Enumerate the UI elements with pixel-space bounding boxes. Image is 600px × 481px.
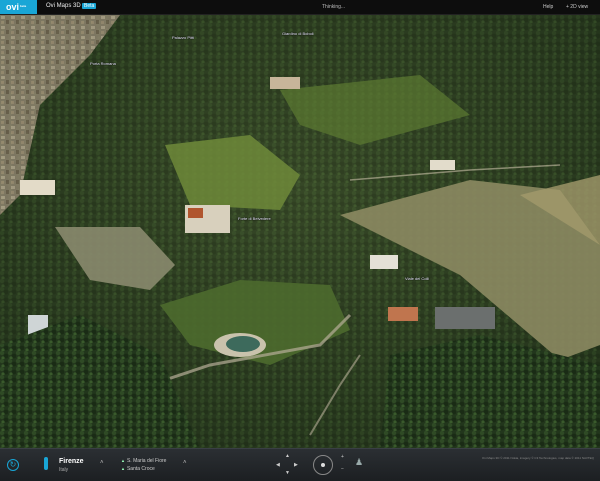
pan-up-button[interactable]: ▲ xyxy=(285,453,290,459)
poi-link[interactable]: ▲ S. Maria del Fiore xyxy=(121,458,166,464)
rotate-dial-handle[interactable] xyxy=(321,463,325,467)
city-name[interactable]: Firenze xyxy=(59,458,84,465)
place-label[interactable]: Palazzo Pitti xyxy=(172,35,194,40)
copyright-text: Ovi Maps 3D © 2011 Nokia, imagery © C3 T… xyxy=(482,456,594,460)
landmark-icon: ▲ xyxy=(121,458,125,463)
country-name: Italy xyxy=(59,467,69,473)
pan-left-button[interactable]: ◀ xyxy=(276,462,280,468)
place-label[interactable]: Porta Romana xyxy=(90,61,116,66)
landmark-icon: ▲ xyxy=(121,466,125,471)
location-pin-icon xyxy=(44,457,48,470)
app-title: Ovi Maps 3D xyxy=(46,3,81,9)
help-link[interactable]: Help xyxy=(543,4,553,10)
place-label[interactable]: Giardino di Boboli xyxy=(282,31,314,36)
beta-badge: Beta xyxy=(82,3,97,9)
ovi-logo[interactable]: ovi beta xyxy=(0,0,37,14)
2d-view-toggle[interactable]: + 2D view xyxy=(566,4,588,10)
person-icon[interactable]: ♟ xyxy=(355,457,363,468)
expand-pois-icon[interactable]: ˄ xyxy=(183,460,187,466)
compass-icon[interactable]: ↻ xyxy=(7,459,19,471)
navigation-pad: ▲ ◀ ▶ ▼ xyxy=(273,453,303,477)
logo-sub: beta xyxy=(20,3,27,8)
top-bar: ovi beta Ovi Maps 3D Beta Thinking... He… xyxy=(0,0,600,15)
place-label[interactable]: Viale dei Colli xyxy=(405,276,429,281)
poi-link[interactable]: ▲ Santa Croce xyxy=(121,466,155,472)
map-3d-view[interactable]: Palazzo Pitti Giardino di Boboli Forte d… xyxy=(0,15,600,448)
zoom-out-button[interactable]: − xyxy=(341,466,344,472)
pan-right-button[interactable]: ▶ xyxy=(294,462,298,468)
place-label[interactable]: Forte di Belvedere xyxy=(238,216,271,221)
zoom-in-button[interactable]: + xyxy=(341,454,344,460)
status-text: Thinking... xyxy=(322,4,346,10)
bottom-toolbar: ↻ Firenze Italy ˄ ▲ S. Maria del Fiore ▲ S… xyxy=(0,448,600,481)
rotate-dial[interactable] xyxy=(313,455,333,475)
logo-text: ovi xyxy=(6,2,20,12)
expand-location-icon[interactable]: ˄ xyxy=(100,460,104,466)
aerial-imagery xyxy=(0,15,600,448)
pan-down-button[interactable]: ▼ xyxy=(285,470,290,476)
